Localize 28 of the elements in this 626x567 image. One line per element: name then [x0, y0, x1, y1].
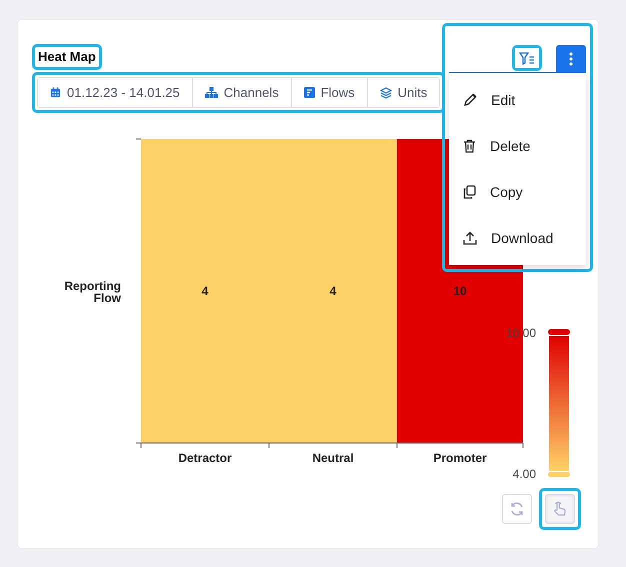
axis-label: Detractor — [178, 451, 232, 465]
filter-button[interactable]: 01.12.23 - 14.01.25 — [38, 78, 193, 107]
form-icon — [304, 87, 315, 98]
menu-item[interactable]: Download — [449, 215, 586, 261]
refresh-button[interactable] — [502, 494, 532, 524]
menu-item[interactable]: Edit — [449, 77, 586, 123]
cell-value: 4 — [330, 284, 336, 298]
axis-label: Promoter — [433, 451, 487, 465]
calendar-icon — [50, 87, 61, 98]
cell-value: 10 — [453, 284, 467, 298]
upload-icon — [463, 231, 477, 245]
hand-pointer-icon — [552, 500, 568, 518]
axis-label: Neutral — [312, 451, 354, 465]
chart-title: Heat Map — [38, 49, 96, 64]
scale-label: 4.00 — [512, 467, 536, 481]
more-button[interactable] — [556, 45, 586, 72]
menu-item[interactable]: Copy — [449, 169, 586, 215]
filter-icon — [519, 52, 535, 64]
copy-icon — [463, 185, 476, 199]
refresh-icon — [509, 501, 525, 517]
layers-icon — [380, 86, 392, 98]
pencil-icon — [463, 93, 477, 107]
trash-icon — [463, 139, 476, 153]
more-icon — [569, 52, 573, 66]
hierarchy-icon — [204, 87, 218, 98]
menu-item[interactable]: Delete — [449, 123, 586, 169]
cell-value: 4 — [202, 284, 208, 298]
axis-label: Reporting Flow — [64, 279, 121, 305]
